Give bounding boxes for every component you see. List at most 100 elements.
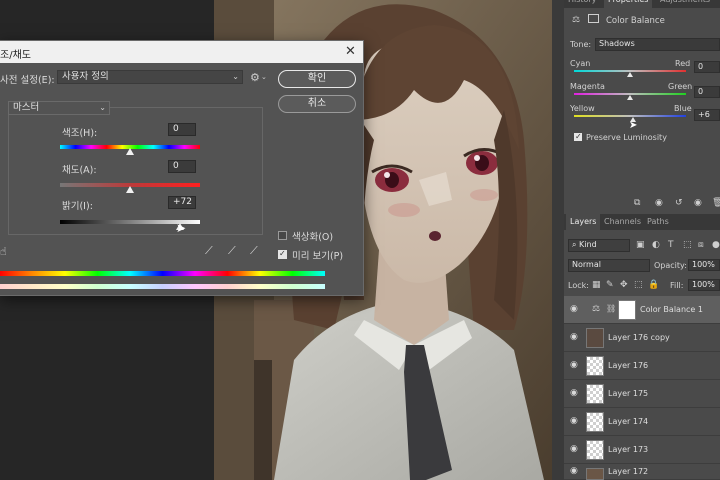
layer-thumbnail (586, 328, 604, 348)
smart-object-filter-icon[interactable]: ⧈ (698, 240, 704, 250)
visibility-eye-icon[interactable]: ◉ (694, 198, 702, 208)
layer-mask-thumbnail[interactable] (618, 300, 636, 320)
input-spectrum-bar (0, 271, 325, 276)
fill-input[interactable]: 100% (688, 279, 720, 291)
layer-row[interactable]: ◉ Layer 172 (564, 464, 720, 480)
mask-icon[interactable] (588, 14, 599, 23)
cursor-arrow-icon: ➤ (176, 221, 187, 235)
filter-toggle-icon[interactable]: ● (712, 240, 720, 250)
cyan-red-input[interactable]: 0 (694, 61, 720, 73)
visibility-eye-icon[interactable]: ◉ (570, 416, 578, 426)
cyan-red-slider-thumb[interactable] (627, 72, 633, 77)
ok-button[interactable]: 확인 (278, 70, 356, 88)
colorize-label: 색상화(O) (292, 232, 334, 243)
preserve-luminosity-checkbox[interactable] (574, 132, 582, 141)
tone-dropdown[interactable]: Shadows (595, 38, 720, 51)
channel-dropdown[interactable]: 마스터 ⌄ (8, 101, 110, 115)
colorize-checkbox[interactable] (278, 231, 287, 240)
layer-name: Layer 173 (608, 445, 649, 454)
mouth (429, 231, 441, 241)
magenta-green-input[interactable]: 0 (694, 86, 720, 98)
lock-transparent-icon[interactable]: ▦ (592, 280, 601, 290)
clip-to-layer-icon[interactable]: ⧉ (634, 198, 640, 208)
magenta-green-slider-thumb[interactable] (627, 95, 633, 100)
adjustment-filter-icon[interactable]: ◐ (652, 240, 660, 250)
visibility-eye-icon[interactable]: ◉ (570, 444, 578, 454)
visibility-eye-icon[interactable]: ◉ (570, 304, 578, 314)
opacity-label: Opacity: (654, 261, 687, 270)
gear-icon[interactable]: ⚙ (250, 71, 260, 84)
layer-thumbnail (586, 356, 604, 376)
type-filter-icon[interactable]: T (668, 240, 674, 250)
lock-position-icon[interactable]: ✥ (620, 280, 628, 290)
visibility-eye-icon[interactable]: ◉ (570, 360, 578, 370)
cyan-label: Cyan (570, 59, 591, 68)
tab-properties[interactable]: Properties (604, 0, 653, 8)
view-previous-icon[interactable]: ◉ (655, 198, 663, 208)
tone-value: Shadows (599, 39, 635, 48)
eyedropper-icon[interactable]: ⟋ (205, 244, 213, 258)
pixel-filter-icon[interactable]: ▣ (636, 240, 645, 250)
fill-label: Fill: (670, 281, 684, 290)
layer-row[interactable]: ◉ Layer 176 copy (564, 324, 720, 352)
saturation-slider-thumb[interactable] (126, 186, 134, 193)
trash-icon[interactable]: 🗑 (712, 198, 720, 208)
tab-history[interactable]: History (568, 0, 596, 8)
hue-slider-thumb[interactable] (126, 148, 134, 155)
channel-value: 마스터 (13, 102, 40, 113)
reset-icon[interactable]: ↺ (675, 198, 683, 208)
opacity-input[interactable]: 100% (688, 259, 720, 271)
saturation-input[interactable]: 0 (168, 160, 196, 173)
search-icon: ⌕ (572, 240, 580, 249)
layer-row[interactable]: ◉ Layer 174 (564, 408, 720, 436)
tab-adjustments[interactable]: Adjustments (660, 0, 710, 8)
tab-channels[interactable]: Channels (604, 214, 641, 230)
preview-label: 미리 보기(P) (292, 251, 344, 262)
hand-tool-icon[interactable]: ☝ (0, 245, 7, 258)
properties-tab-bar: History Properties Adjustments (564, 0, 720, 8)
tone-label: Tone: (570, 40, 592, 49)
preset-dropdown[interactable]: 사용자 정의 ⌄ (57, 70, 243, 84)
cancel-button[interactable]: 취소 (278, 95, 356, 113)
layer-row[interactable]: ◉ Layer 176 (564, 352, 720, 380)
layers-tab-bar: Layers Channels Paths (564, 214, 720, 230)
layer-row[interactable]: ◉ Layer 175 (564, 380, 720, 408)
red-label: Red (675, 59, 691, 68)
dialog-title-bar[interactable]: 조/채도 ✕ (0, 41, 363, 63)
magenta-label: Magenta (570, 82, 605, 91)
dialog-title: 조/채도 (0, 50, 31, 61)
visibility-eye-icon[interactable]: ◉ (570, 466, 578, 476)
preserve-luminosity-label: Preserve Luminosity (586, 133, 667, 142)
close-icon[interactable]: ✕ (343, 44, 358, 59)
artboard-icon[interactable]: ⬚ (634, 280, 643, 290)
chevron-down-icon[interactable]: ⌄ (261, 73, 267, 81)
visibility-eye-icon[interactable]: ◉ (570, 332, 578, 342)
lock-image-icon[interactable]: ✎ (606, 280, 614, 290)
tab-paths[interactable]: Paths (647, 214, 669, 230)
layer-name: Layer 176 copy (608, 333, 670, 342)
hue-input[interactable]: 0 (168, 123, 196, 136)
lock-all-icon[interactable]: 🔒 (648, 280, 659, 290)
layer-name: Color Balance 1 (640, 305, 703, 314)
lightness-input[interactable]: +72 (168, 196, 196, 209)
layer-thumbnail (586, 412, 604, 432)
tab-layers[interactable]: Layers (566, 214, 601, 230)
kind-label: Kind (579, 240, 597, 249)
blend-mode-value: Normal (572, 260, 601, 269)
output-spectrum-bar (0, 284, 325, 289)
layer-row[interactable]: ◉ ⚖ ⛓ Color Balance 1 (564, 296, 720, 324)
yellow-blue-input[interactable]: +6 (694, 109, 720, 121)
shape-filter-icon[interactable]: ⬚ (683, 240, 692, 250)
preview-checkbox[interactable] (278, 249, 287, 259)
kind-filter-dropdown[interactable]: ⌕ Kind (568, 239, 630, 252)
cursor-arrow-icon: ➤ (629, 120, 638, 131)
hue-saturation-dialog: 조/채도 ✕ 사전 설정(E): 사용자 정의 ⌄ ⚙ ⌄ 확인 취소 마스터 … (0, 40, 364, 296)
visibility-eye-icon[interactable]: ◉ (570, 388, 578, 398)
eyedropper-minus-icon[interactable]: ⟋ (250, 244, 258, 258)
chain-link-icon[interactable]: ⛓ (606, 304, 616, 313)
eyedropper-plus-icon[interactable]: ⟋ (228, 244, 236, 258)
blend-mode-dropdown[interactable]: Normal (568, 259, 650, 272)
layer-row[interactable]: ◉ Layer 173 (564, 436, 720, 464)
balance-scale-icon: ⚖ (572, 15, 581, 25)
preset-label: 사전 설정(E): (0, 75, 55, 86)
